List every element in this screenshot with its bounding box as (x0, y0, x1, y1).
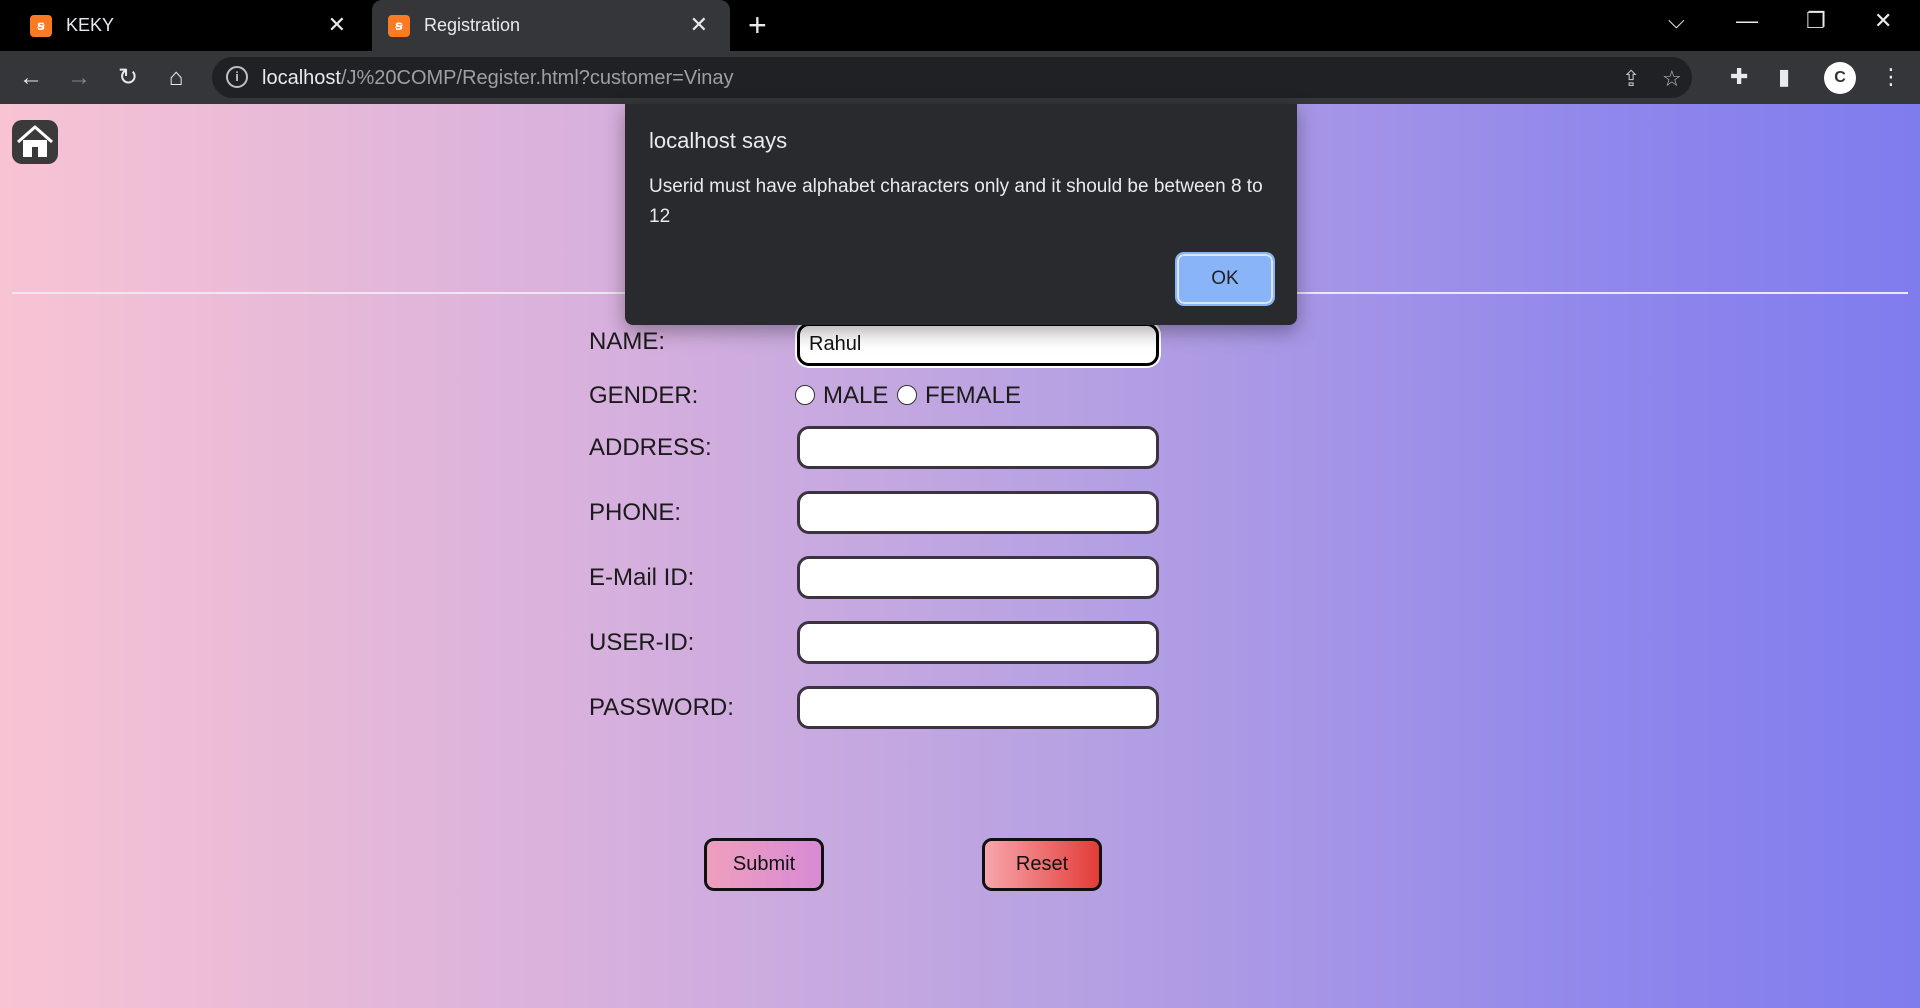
phone-input[interactable] (797, 491, 1159, 534)
new-tab-icon[interactable]: + (748, 8, 767, 42)
profile-avatar[interactable]: C (1824, 62, 1856, 94)
password-label: PASSWORD: (589, 694, 734, 721)
userid-input[interactable] (797, 621, 1159, 664)
gender-label: GENDER: (589, 382, 699, 409)
restore-icon[interactable]: ❐ (1806, 8, 1826, 34)
alert-dialog: localhost says Userid must have alphabet… (625, 104, 1297, 325)
bookmark-star-icon[interactable]: ☆ (1662, 66, 1682, 92)
address-label: ADDRESS: (589, 434, 712, 461)
forward-icon[interactable]: → (64, 63, 94, 93)
reload-icon[interactable]: ↻ (113, 63, 143, 93)
reset-button[interactable]: Reset (982, 838, 1102, 891)
tab-search-icon[interactable]: ⌵ (1668, 8, 1685, 34)
extensions-icon[interactable]: ✚ (1730, 64, 1748, 90)
tab-title: KEKY (66, 15, 115, 35)
house-icon (17, 125, 53, 157)
name-label: NAME: (589, 328, 666, 355)
share-icon[interactable]: ⇪ (1622, 66, 1640, 92)
menu-icon[interactable]: ⋮ (1880, 64, 1902, 90)
xampp-icon: ꞩ (388, 15, 410, 37)
phone-label: PHONE: (589, 499, 682, 526)
ok-button[interactable]: OK (1175, 252, 1275, 306)
close-icon[interactable]: ✕ (690, 12, 708, 38)
male-label: MALE (823, 382, 889, 409)
submit-button[interactable]: Submit (704, 838, 824, 891)
site-info-icon[interactable]: i (226, 66, 248, 88)
home-button[interactable] (12, 120, 58, 164)
url-text: localhost/J%20COMP/Register.html?custome… (262, 67, 734, 89)
male-radio[interactable] (795, 385, 815, 405)
email-input[interactable] (797, 556, 1159, 599)
name-input[interactable] (797, 323, 1159, 366)
close-icon[interactable]: ✕ (328, 12, 346, 38)
browser-toolbar: ← → ↻ ⌂ i localhost/J%20COMP/Register.ht… (0, 51, 1920, 104)
password-input[interactable] (797, 686, 1159, 729)
address-bar[interactable]: i localhost/J%20COMP/Register.html?custo… (212, 57, 1692, 98)
email-label: E-Mail ID: (589, 564, 695, 591)
tab-registration[interactable]: ꞩ Registration ✕ (372, 0, 730, 51)
window-close-icon[interactable]: ✕ (1874, 8, 1892, 34)
home-icon[interactable]: ⌂ (161, 63, 191, 93)
alert-title: localhost says (649, 128, 788, 153)
female-radio[interactable] (897, 385, 917, 405)
side-panel-icon[interactable]: ▮ (1778, 64, 1790, 90)
minimize-icon[interactable]: — (1736, 8, 1758, 34)
tab-strip: ꞩ KEKY ✕ ꞩ Registration ✕ + ⌵ — ❐ ✕ (0, 0, 1920, 51)
address-input[interactable] (797, 426, 1159, 469)
back-icon[interactable]: ← (16, 63, 46, 93)
female-label: FEMALE (925, 382, 1022, 409)
xampp-icon: ꞩ (30, 15, 52, 37)
userid-label: USER-ID: (589, 629, 695, 656)
tab-keky[interactable]: ꞩ KEKY ✕ (0, 0, 368, 51)
tab-title: Registration (424, 15, 521, 35)
alert-message: Userid must have alphabet characters onl… (649, 176, 1263, 227)
